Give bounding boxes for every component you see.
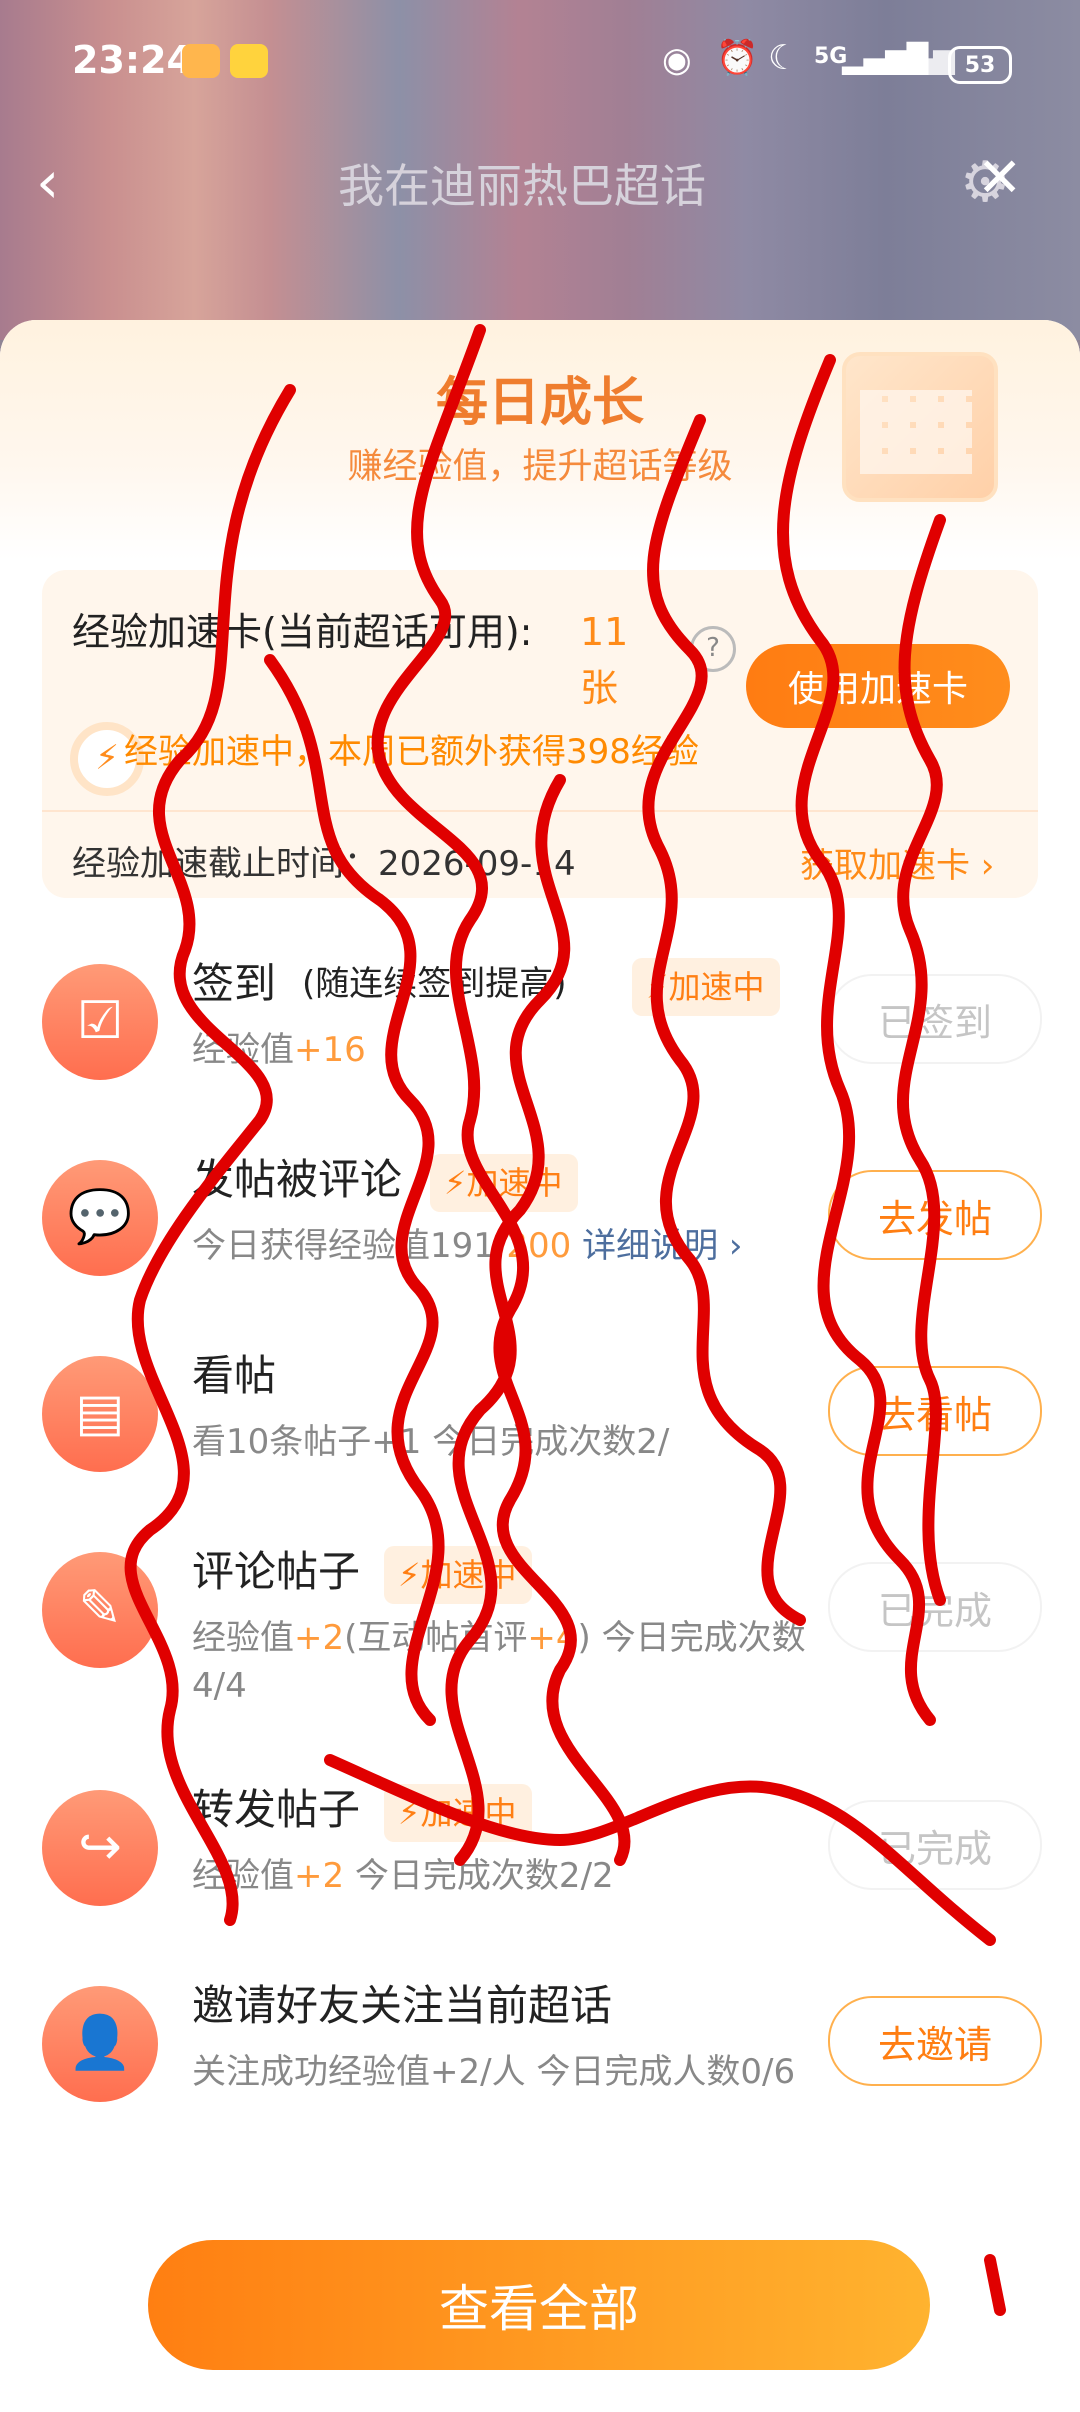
clock: 23:24 bbox=[72, 38, 193, 82]
task-desc-value: +2 bbox=[294, 1618, 345, 1658]
boost-expiry: 经验加速截止时间：2026-09-14 bbox=[72, 844, 576, 884]
signal-icon-2: ▂▄▆ bbox=[890, 42, 955, 75]
moon-icon: ☾ bbox=[768, 38, 799, 78]
eye-icon: ◉ bbox=[662, 40, 692, 80]
boost-badge: ⚡加速中 bbox=[384, 1546, 533, 1604]
task-desc-text: 今日获得经验值191/ bbox=[192, 1226, 507, 1266]
heart-app-icon bbox=[182, 44, 220, 78]
completed-button[interactable]: 已完成 bbox=[828, 1562, 1042, 1652]
task-title: 发帖被评论 bbox=[192, 1155, 403, 1204]
task-desc: 经验值+2 今日完成次数2/2 bbox=[192, 1852, 842, 1900]
task-checkin: ☑ 签到 (随连续签到提高) ⚡加速中 经验值+16 已签到 bbox=[42, 950, 1042, 1120]
close-icon[interactable]: ✕ bbox=[977, 146, 1022, 209]
task-desc: 经验值+2(互动帖首评+4) 今日完成次数 4/4 bbox=[192, 1614, 842, 1710]
comment-bubble-icon: 💬 bbox=[42, 1160, 158, 1276]
daily-growth-sheet: 每日成长 赚经验值，提升超话等级 经验加速卡(当前超话可用): 11张 ? 使用… bbox=[0, 320, 1080, 2412]
task-desc-text: 经验值 bbox=[192, 1030, 294, 1070]
task-desc-value: 200 bbox=[506, 1226, 572, 1266]
task-post-commented: 💬 发帖被评论 ⚡加速中 今日获得经验值191/200 详细说明 › 去发帖 bbox=[42, 1146, 1042, 1316]
task-title: 签到 bbox=[192, 959, 277, 1008]
details-link[interactable]: 详细说明 › bbox=[582, 1226, 742, 1266]
task-invite-friends: 👤 邀请好友关注当前超话 关注成功经验值+2/人 今日完成人数0/6 去邀请 bbox=[42, 1972, 1042, 2142]
boost-card-count: 11张 bbox=[580, 610, 629, 710]
top-bar: ‹ 我在迪丽热巴超话 ⚙ ✕ bbox=[0, 120, 1080, 240]
weibo-app-icon bbox=[230, 44, 268, 78]
task-desc-text: ) 今日完成次数 bbox=[577, 1618, 806, 1658]
boost-badge: ⚡加速中 bbox=[430, 1154, 579, 1212]
task-title: 评论帖子 bbox=[192, 1547, 361, 1596]
go-view-button[interactable]: 去看帖 bbox=[828, 1366, 1042, 1456]
get-boost-card-link[interactable]: 获取加速卡 › bbox=[800, 838, 994, 887]
battery-indicator: 53 bbox=[948, 46, 1012, 84]
boost-badge: ⚡加速中 bbox=[384, 1784, 533, 1842]
task-desc-value: +2 bbox=[294, 1856, 345, 1896]
battery-level: 53 bbox=[964, 52, 996, 78]
task-comment-posts: ✎ 评论帖子 ⚡加速中 经验值+2(互动帖首评+4) 今日完成次数 4/4 已完成 bbox=[42, 1538, 1042, 1710]
boost-status-note: 经验加速中，本周已额外获得398经验 bbox=[124, 732, 699, 772]
checked-in-button[interactable]: 已签到 bbox=[828, 974, 1042, 1064]
calendar-icon bbox=[842, 352, 998, 502]
go-post-button[interactable]: 去发帖 bbox=[828, 1170, 1042, 1260]
task-desc-text: 4/4 bbox=[192, 1666, 247, 1706]
task-desc: 看10条帖子+1 今日完成次数2/ bbox=[192, 1422, 670, 1462]
status-bar: 23:24 ◉ ⏰ ☾ 5G ▂▄▆█ ▂▄▆ 53 bbox=[0, 0, 1080, 120]
task-repost: ↪ 转发帖子 ⚡加速中 经验值+2 今日完成次数2/2 已完成 bbox=[42, 1776, 1042, 1946]
boost-card-label: 经验加速卡(当前超话可用): bbox=[72, 610, 533, 654]
task-desc: 经验值+16 bbox=[192, 1026, 842, 1074]
page-title: 我在迪丽热巴超话 bbox=[338, 159, 706, 213]
task-desc-value: +16 bbox=[294, 1030, 366, 1070]
task-desc-text: 经验值 bbox=[192, 1618, 294, 1658]
card-divider bbox=[42, 810, 1038, 812]
help-icon[interactable]: ? bbox=[690, 626, 736, 672]
task-desc: 今日获得经验值191/200 详细说明 › bbox=[192, 1222, 842, 1270]
back-icon[interactable]: ‹ bbox=[36, 148, 59, 216]
share-arrow-icon: ↪ bbox=[42, 1790, 158, 1906]
task-desc-text: (互动帖首评 bbox=[344, 1618, 528, 1658]
task-title: 看帖 bbox=[192, 1351, 277, 1400]
task-title: 邀请好友关注当前超话 bbox=[192, 1981, 613, 2030]
invite-button[interactable]: 去邀请 bbox=[828, 1996, 1042, 2086]
task-desc-text: 今日完成次数2/2 bbox=[344, 1856, 614, 1896]
completed-button[interactable]: 已完成 bbox=[828, 1800, 1042, 1890]
task-desc-text: 经验值 bbox=[192, 1856, 294, 1896]
pencil-icon: ✎ bbox=[42, 1552, 158, 1668]
user-icon: 👤 bbox=[42, 1986, 158, 2102]
task-title: 转发帖子 bbox=[192, 1785, 361, 1834]
alarm-icon: ⏰ bbox=[716, 38, 759, 78]
view-all-button[interactable]: 查看全部 bbox=[148, 2240, 930, 2370]
task-view-posts: ▤ 看帖 看10条帖子+1 今日完成次数2/ 去看帖 bbox=[42, 1342, 1042, 1512]
task-desc: 关注成功经验值+2/人 今日完成人数0/6 bbox=[192, 2052, 796, 2092]
document-icon: ▤ bbox=[42, 1356, 158, 1472]
boost-badge: ⚡加速中 bbox=[632, 958, 781, 1016]
use-boost-card-button[interactable]: 使用加速卡 bbox=[746, 644, 1010, 728]
boost-card: 经验加速卡(当前超话可用): 11张 ? 使用加速卡 ⚡ 经验加速中，本周已额外… bbox=[42, 570, 1038, 898]
task-desc-value: +4 bbox=[527, 1618, 578, 1658]
task-hint: (随连续签到提高) bbox=[302, 964, 567, 1004]
checkin-icon: ☑ bbox=[42, 964, 158, 1080]
